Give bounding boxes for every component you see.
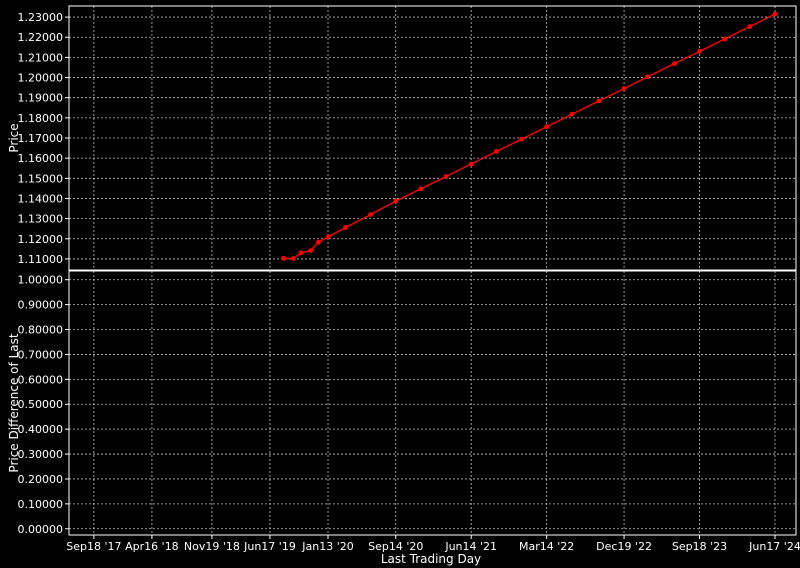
y-tick-label: 1.17000	[18, 132, 64, 145]
data-point	[671, 61, 677, 67]
y-tick-label: 0.80000	[18, 324, 64, 337]
data-point	[368, 212, 373, 217]
y-axis-title: Price Difference of Last	[7, 333, 21, 472]
y-tick-label: 1.15000	[18, 172, 64, 185]
y-tick-label: 1.18000	[18, 112, 64, 125]
y-tick-label: 1.00000	[18, 274, 64, 287]
data-point	[747, 24, 753, 29]
data-point	[772, 11, 778, 17]
data-point	[596, 98, 602, 104]
y-tick-label: 1.13000	[18, 213, 64, 226]
data-point	[443, 174, 449, 179]
y-tick-label: 1.19000	[18, 92, 64, 105]
data-point	[290, 256, 296, 261]
data-point	[308, 248, 313, 254]
x-tick-label: Nov19 '18	[184, 540, 240, 553]
y-tick-label: 0.20000	[18, 473, 64, 486]
y-tick-label: 1.21000	[18, 51, 64, 64]
y-tick-label: 0.60000	[18, 373, 64, 386]
y-tick-label: 1.22000	[18, 31, 64, 44]
data-point	[722, 36, 728, 42]
data-point	[315, 239, 321, 245]
data-point	[325, 234, 331, 240]
y-tick-label: 0.00000	[18, 523, 64, 536]
x-tick-label: Mar14 '22	[519, 540, 574, 553]
y-tick-label: 0.30000	[18, 448, 64, 461]
y-tick-label: 0.70000	[18, 348, 64, 361]
data-point	[418, 186, 424, 192]
data-point	[621, 86, 627, 92]
x-tick-label: Sep18 '23	[672, 540, 727, 553]
y-tick-label: 1.14000	[18, 192, 64, 205]
data-point	[644, 74, 650, 80]
data-point	[697, 48, 702, 54]
chart-background	[0, 0, 800, 568]
y-tick-label: 0.10000	[18, 498, 64, 511]
y-tick-label: 1.23000	[18, 11, 64, 24]
y-tick-label: 1.11000	[18, 253, 64, 266]
x-axis-title: Last Trading Day	[381, 552, 481, 566]
data-point	[519, 136, 524, 142]
y-tick-label: 1.12000	[18, 233, 64, 246]
chart: 1.11000 1.12000 1.13000 1.14000 1.15000 1.160…	[0, 0, 800, 568]
data-point	[393, 198, 399, 204]
x-tick-label: Sep18 '17	[66, 540, 121, 553]
y-axis-title: Price	[7, 123, 21, 152]
data-point	[281, 255, 286, 261]
x-tick-label: Apr16 '18	[125, 540, 179, 553]
data-point	[569, 111, 575, 117]
y-tick-label: 0.90000	[18, 299, 64, 312]
data-point	[343, 225, 348, 230]
y-tick-label: 1.20000	[18, 72, 64, 85]
y-tick-label: 1.16000	[18, 152, 64, 165]
x-tick-label: Jan13 '20	[301, 540, 353, 553]
x-tick-label: Jun17 '19	[243, 540, 296, 553]
data-point	[544, 124, 550, 130]
data-point	[298, 250, 304, 256]
x-tick-label: Dec19 '22	[596, 540, 652, 553]
x-tick-label: Jun17 '24	[748, 540, 800, 553]
y-tick-label: 0.50000	[18, 398, 64, 411]
data-point	[493, 149, 499, 154]
data-point	[468, 161, 474, 167]
y-tick-label: 0.40000	[18, 423, 64, 436]
